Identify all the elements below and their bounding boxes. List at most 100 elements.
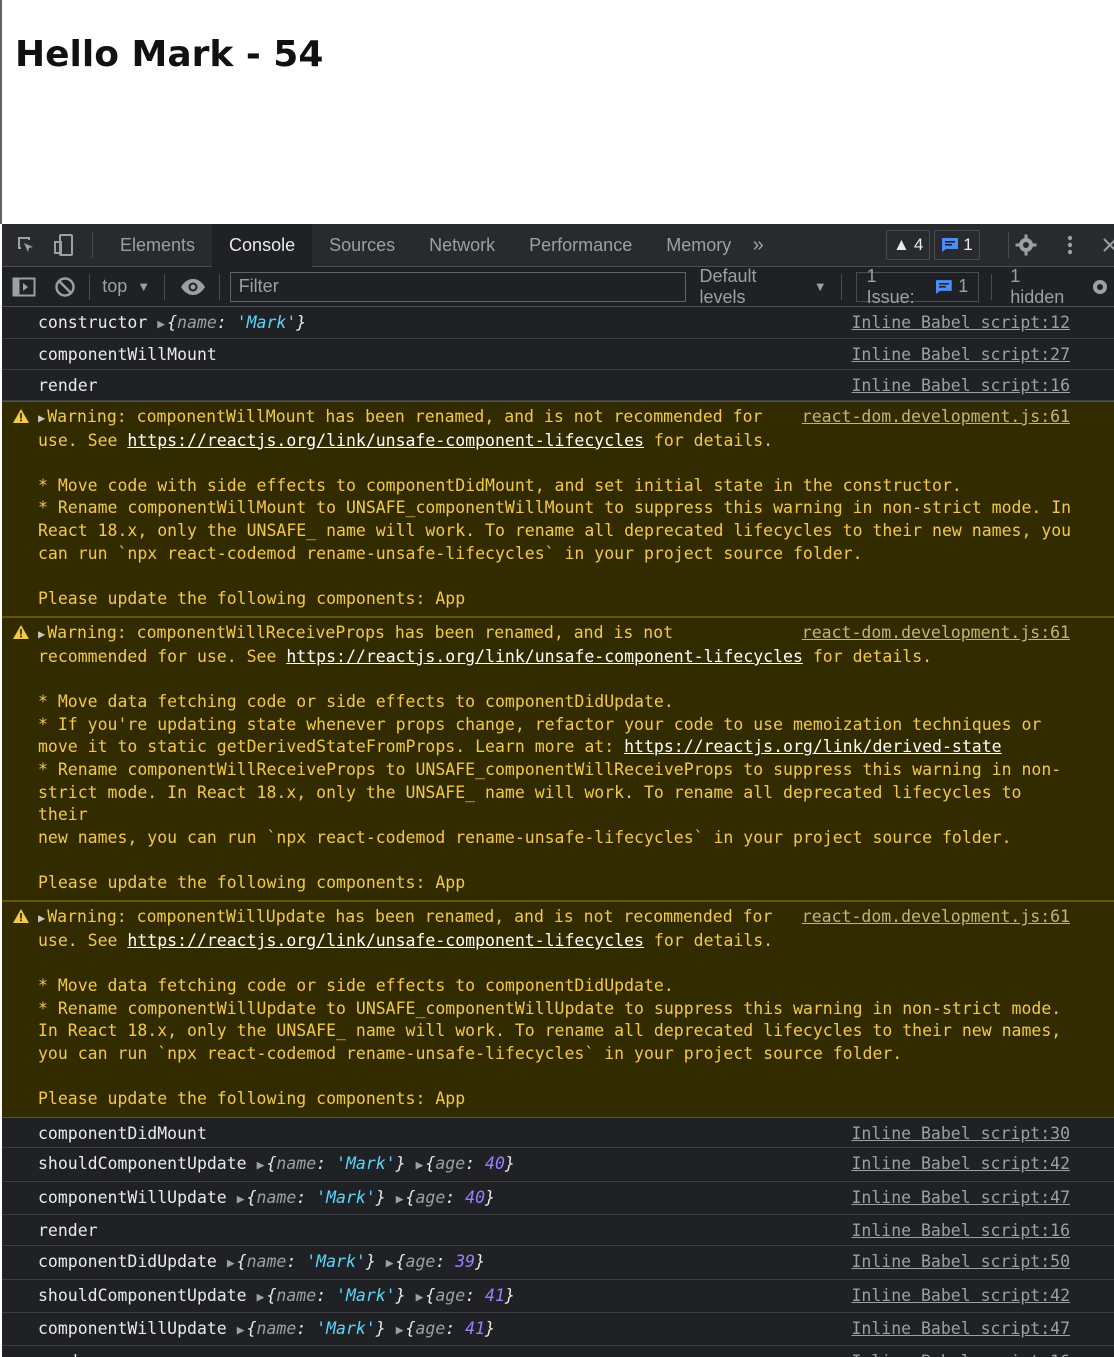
tab-memory[interactable]: Memory [649, 224, 748, 267]
log-object-arg[interactable]: ▶ {name: 'Mark'} [217, 1252, 376, 1271]
object-value: 'Mark' [316, 1318, 376, 1338]
source-link[interactable]: Inline Babel script:12 [851, 313, 1070, 332]
sidebar-toggle-icon[interactable] [10, 273, 38, 301]
log-message: componentDidUpdate [38, 1251, 217, 1271]
source-link[interactable]: Inline Babel script:50 [851, 1252, 1070, 1271]
object-value: 'Mark' [336, 1153, 396, 1173]
devtools-panel: Elements Console Sources Network Performance… [2, 224, 1114, 1357]
console-toolbar: top ▼ Filter Default levels ▼ 1 Issue: 1… [2, 266, 1114, 308]
source-link[interactable]: Inline Babel script:47 [851, 1188, 1070, 1207]
log-object-arg[interactable]: ▶ {age: 40} [386, 1188, 495, 1207]
object-value: 41 [465, 1318, 486, 1338]
warning-icon: ▲ [893, 235, 910, 254]
warning-line: * Rename componentWillReceiveProps to UN… [38, 759, 1062, 779]
source-link[interactable]: Inline Babel script:16 [851, 376, 1070, 395]
object-key: name [256, 1187, 297, 1207]
warning-line [38, 953, 1078, 976]
source-link[interactable]: react-dom.development.js:61 [802, 406, 1070, 429]
tab-console[interactable]: Console [212, 224, 313, 267]
log-object-arg[interactable]: ▶ {name: 'Mark'} [247, 1154, 406, 1173]
expand-arrow-icon[interactable]: ▶ [237, 1323, 245, 1338]
issues-button[interactable]: 1 Issue: 1 [855, 266, 980, 307]
source-link[interactable]: Inline Babel script:27 [851, 345, 1070, 364]
doc-link[interactable]: https://reactjs.org/link/unsafe-componen… [127, 431, 644, 450]
object-key: name [256, 1318, 297, 1338]
doc-link[interactable]: https://reactjs.org/link/unsafe-componen… [127, 931, 644, 950]
warnings-badge[interactable]: ▲ 4 [886, 230, 931, 260]
console-log-row: componentDidMount Inline Babel script:30 [2, 1118, 1114, 1148]
source-link[interactable]: react-dom.development.js:61 [802, 622, 1070, 645]
console-log-row: render Inline Babel script:16 [2, 1346, 1114, 1357]
live-expression-eye-icon[interactable] [179, 273, 207, 301]
context-selector[interactable]: top ▼ [102, 276, 150, 297]
clear-console-icon[interactable] [52, 273, 80, 301]
tab-elements[interactable]: Elements [103, 224, 212, 267]
warning-line: move it to static getDerivedStateFromPro… [38, 737, 1002, 757]
expand-arrow-icon[interactable]: ▶ [38, 627, 45, 641]
source-link[interactable]: Inline Babel script:16 [851, 1221, 1070, 1240]
object-value: 40 [485, 1153, 505, 1173]
log-message: componentWillMount [38, 345, 217, 364]
inspect-element-icon[interactable] [12, 231, 40, 259]
source-link[interactable]: Inline Babel script:30 [851, 1124, 1070, 1143]
object-value: 'Mark' [336, 1285, 396, 1305]
close-devtools-icon[interactable] [1096, 231, 1114, 259]
message-icon [942, 238, 959, 252]
warning-line: * Rename componentWillUpdate to UNSAFE_c… [38, 998, 1062, 1018]
tab-network[interactable]: Network [412, 224, 512, 267]
device-toolbar-icon[interactable] [50, 231, 78, 259]
log-object-arg[interactable]: ▶ {name: 'Mark'} [227, 1188, 386, 1207]
doc-link[interactable]: https://reactjs.org/link/derived-state [624, 737, 1002, 756]
console-settings-icon[interactable] [1086, 273, 1114, 301]
settings-gear-icon[interactable] [1012, 231, 1040, 259]
warning-line: can run `npx react-codemod rename-unsafe… [38, 543, 863, 563]
object-key: name [276, 1153, 317, 1173]
expand-arrow-icon[interactable]: ▶ [157, 317, 165, 332]
console-log-row: render Inline Babel script:16 [2, 370, 1114, 401]
warning-text: ▶ Warning: componentWillReceiveProps has … [38, 622, 1078, 894]
log-message: render [38, 376, 98, 395]
warning-line: you can run `npx react-codemod rename-un… [38, 1044, 903, 1064]
expand-arrow-icon[interactable]: ▶ [386, 1256, 394, 1271]
source-link[interactable]: Inline Babel script:42 [851, 1154, 1070, 1173]
expand-arrow-icon[interactable]: ▶ [38, 911, 45, 925]
doc-link[interactable]: https://reactjs.org/link/unsafe-componen… [286, 647, 803, 666]
console-log-row: shouldComponentUpdate ▶ {name: 'Mark'} ▶ {ag… [2, 1148, 1114, 1182]
filter-input[interactable]: Filter [229, 271, 686, 302]
object-key: name [276, 1285, 317, 1305]
expand-arrow-icon[interactable]: ▶ [396, 1323, 404, 1338]
object-key: age [415, 1318, 446, 1338]
source-link[interactable]: Inline Babel script:47 [851, 1319, 1070, 1338]
log-object-arg[interactable]: ▶ {age: 40} [406, 1154, 515, 1173]
source-link[interactable]: Inline Babel script:16 [851, 1352, 1070, 1357]
log-object-arg[interactable]: ▶ {name: 'Mark'} [247, 1286, 406, 1305]
source-link[interactable]: Inline Babel script:42 [851, 1286, 1070, 1305]
log-object-arg[interactable]: ▶ {name: 'Mark'} [227, 1319, 386, 1338]
more-options-icon[interactable] [1056, 231, 1084, 259]
tab-sources[interactable]: Sources [312, 224, 412, 267]
object-value: 41 [485, 1285, 505, 1305]
warning-message: react-dom.development.js:61 ▶ Warning: com… [2, 401, 1114, 618]
console-log-row: componentDidUpdate ▶ {name: 'Mark'} ▶ {age: … [2, 1246, 1114, 1280]
expand-arrow-icon[interactable]: ▶ [257, 1158, 265, 1173]
log-message: render [38, 1220, 98, 1240]
expand-arrow-icon[interactable]: ▶ [416, 1290, 424, 1305]
tab-performance[interactable]: Performance [512, 224, 649, 267]
expand-arrow-icon[interactable]: ▶ [257, 1290, 265, 1305]
expand-arrow-icon[interactable]: ▶ [416, 1158, 424, 1173]
log-object-arg[interactable]: ▶ {age: 41} [386, 1319, 495, 1338]
expand-arrow-icon[interactable]: ▶ [227, 1256, 235, 1271]
more-tabs-icon[interactable]: » [744, 231, 772, 259]
log-message: componentWillUpdate [38, 1187, 227, 1207]
log-object-arg[interactable]: ▶ {age: 39} [376, 1252, 485, 1271]
expand-arrow-icon[interactable]: ▶ [38, 411, 45, 425]
log-object-arg[interactable]: ▶ {age: 41} [406, 1286, 515, 1305]
expand-arrow-icon[interactable]: ▶ [396, 1192, 404, 1207]
source-link[interactable]: react-dom.development.js:61 [802, 906, 1070, 929]
messages-badge[interactable]: 1 [934, 230, 980, 260]
object-key: age [435, 1285, 466, 1305]
log-object-arg[interactable]: ▶ {name: 'Mark'} [147, 313, 306, 332]
log-levels-dropdown[interactable]: Default levels ▼ [700, 266, 827, 308]
dropdown-arrow-icon: ▼ [813, 279, 827, 294]
expand-arrow-icon[interactable]: ▶ [237, 1192, 245, 1207]
